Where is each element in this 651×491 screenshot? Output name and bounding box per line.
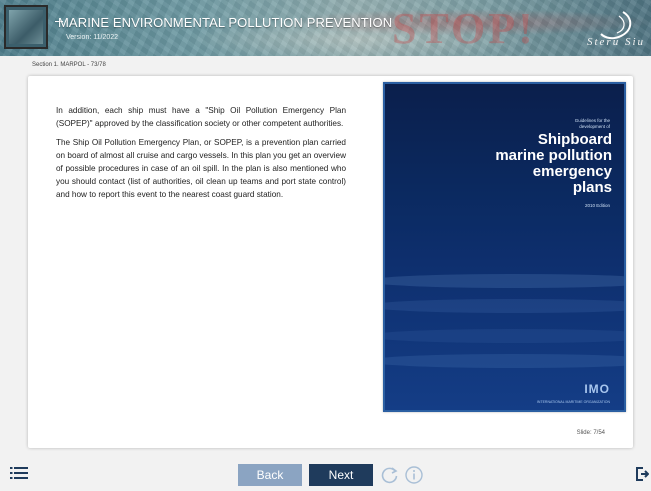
wave-shape [385,299,624,313]
back-button[interactable]: Back [238,464,302,486]
book-cover-image: Guidelines for the development of Shipbo… [383,82,626,412]
imo-logo-subtitle: INTERNATIONAL MARITIME ORGANIZATION [536,400,610,404]
next-button[interactable]: Next [309,464,373,486]
menu-icon[interactable] [10,466,28,480]
book-title: Shipboard marine pollution emergency pla… [495,131,612,196]
slide-text: In addition, each ship must have a "Ship… [56,104,346,207]
info-icon[interactable] [404,465,424,485]
book-edition: 2010 Edition [584,203,610,208]
reload-icon[interactable] [380,465,400,485]
slide-card: In addition, each ship must have a "Ship… [28,76,633,448]
course-thumbnail [4,5,48,49]
paragraph: The Ship Oil Pollution Emergency Plan, o… [56,138,346,199]
breadcrumb: Section 1. MARPOL - 73/78 [32,62,106,68]
imo-logo: IMO [584,382,610,396]
slide-counter: Slide: 7/54 [576,430,605,436]
brand-name: Steru Siu [586,36,645,48]
stop-watermark: STOP! [392,4,536,53]
wave-shape [385,329,624,343]
wave-shape [385,354,624,368]
exit-icon[interactable] [635,466,649,482]
course-title: MARINE ENVIRONMENTAL POLLUTION PREVENTIO… [58,15,393,30]
header-banner: MARINE ENVIRONMENTAL POLLUTION PREVENTIO… [0,0,651,56]
book-subtitle: Guidelines for the development of [574,118,610,129]
wave-shape [385,274,624,288]
paragraph: In addition, each ship must have a "Ship… [56,106,346,128]
course-version: Version: 11/2022 [66,34,119,41]
